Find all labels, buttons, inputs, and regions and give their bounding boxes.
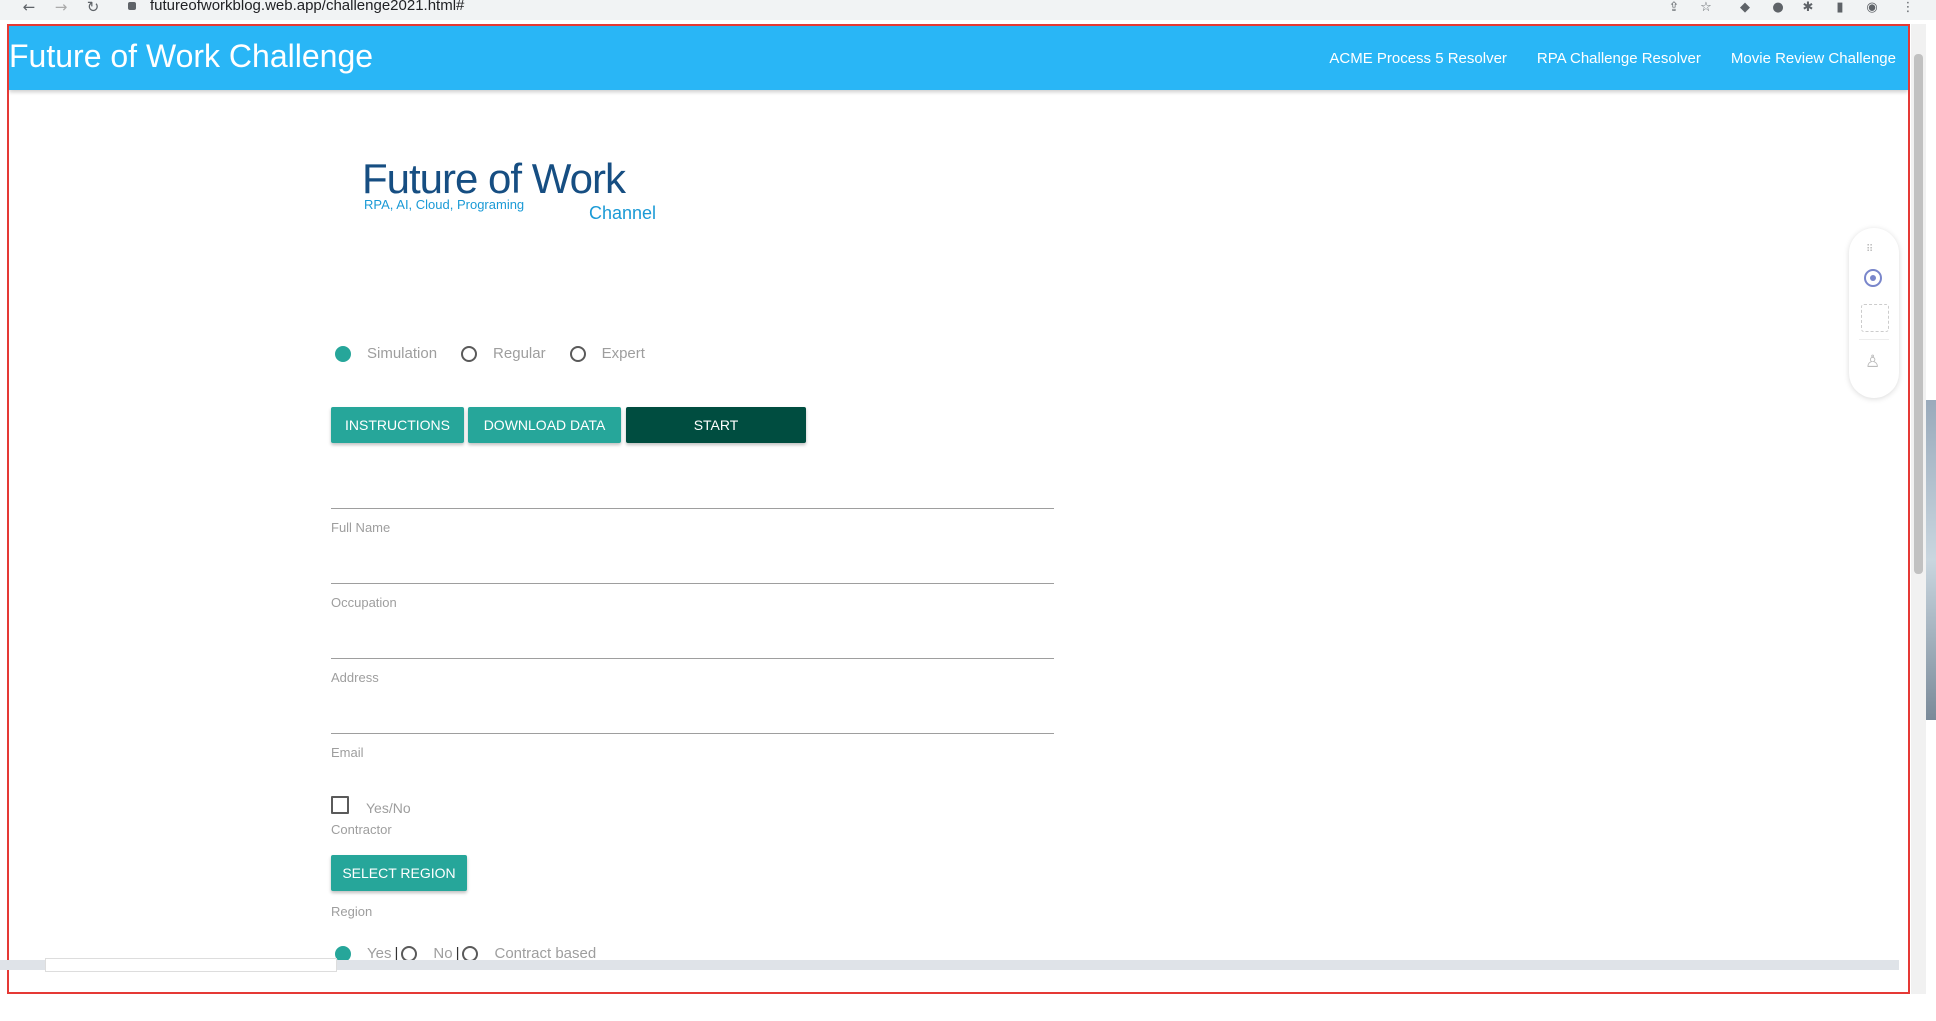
mode-radio-group: Simulation Regular Expert [335,345,669,362]
region-label: Region [331,904,373,919]
contractor-checkbox-label[interactable]: Yes/No [366,800,411,816]
radio-regular[interactable] [461,345,478,362]
url-text: futureofworkblog.web.app/challenge2021.h… [150,0,465,14]
lock-icon [128,2,136,10]
drag-handle-icon[interactable]: ⠿ [1866,244,1874,255]
radio-expert[interactable] [569,345,586,362]
share-icon[interactable]: ⇪ [1666,1,1682,15]
start-button[interactable]: START [626,407,806,443]
nav-movie-review-challenge[interactable]: Movie Review Challenge [1731,50,1896,67]
user-icon[interactable]: ♙ [1865,352,1881,374]
side-panel-icon[interactable]: ▮ [1832,1,1848,15]
bookmark-star-icon[interactable]: ☆ [1698,1,1714,15]
download-data-button[interactable]: DOWNLOAD DATA [468,407,621,443]
floating-extension-panel: ⠿ ♙ [1849,228,1899,398]
nav-acme-process-5-resolver[interactable]: ACME Process 5 Resolver [1329,50,1507,67]
radio-simulation[interactable] [335,345,351,362]
email-label: Email [331,745,364,760]
logo-main-text: Future of Work [362,155,626,202]
contractor-label: Contractor [331,822,392,837]
occupation-label: Occupation [331,595,397,610]
menu-kebab-icon[interactable]: ⋮ [1900,1,1916,15]
logo-subtitle: RPA, AI, Cloud, Programing [364,197,525,212]
page-frame: Future of Work Challenge ACME Process 5 … [7,24,1910,994]
full-name-label: Full Name [331,520,391,535]
app-title[interactable]: Future of Work Challenge [9,38,373,75]
top-nav: ACME Process 5 Resolver RPA Challenge Re… [1299,26,1896,90]
extension-icon[interactable]: ◆ [1737,1,1753,15]
nav-rpa-challenge-resolver[interactable]: RPA Challenge Resolver [1537,50,1701,67]
back-icon[interactable]: ← [20,0,38,16]
future-of-work-logo: Future of Work RPA, AI, Cloud, Programin… [362,155,662,225]
radio-simulation-label[interactable]: Simulation [367,345,437,362]
app-bar: Future of Work Challenge ACME Process 5 … [9,26,1908,90]
profile-extension-icon[interactable]: ● [1770,1,1786,15]
bottom-panel [45,958,337,972]
select-region-button[interactable]: SELECT REGION [331,855,467,891]
contractor-checkbox[interactable] [331,796,349,814]
instructions-button[interactable]: INSTRUCTIONS [331,407,464,443]
page-scrollbar[interactable] [1911,24,1926,994]
browser-toolbar: ← → ↻ futureofworkblog.web.app/challenge… [0,0,1936,20]
scroll-thumb[interactable] [1914,54,1923,574]
record-icon[interactable] [1864,269,1882,287]
logo-channel: Channel [589,203,657,223]
radio-regular-label[interactable]: Regular [493,345,546,362]
forward-icon[interactable]: → [52,0,70,16]
desktop-edge-image [1926,400,1936,720]
avatar[interactable]: ◉ [1864,1,1880,15]
address-label: Address [331,670,379,685]
divider [1859,339,1889,340]
reload-icon[interactable]: ↻ [84,0,102,16]
capture-area-icon[interactable] [1861,304,1889,332]
radio-expert-label[interactable]: Expert [602,345,645,362]
puzzle-icon[interactable]: ✱ [1800,1,1816,15]
